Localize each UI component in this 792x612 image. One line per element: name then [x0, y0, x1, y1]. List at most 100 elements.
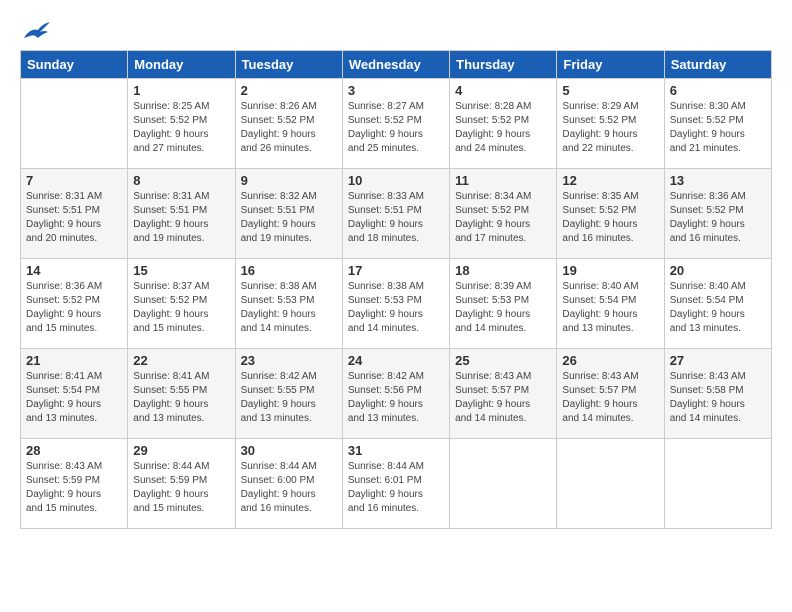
day-info: Sunrise: 8:33 AM Sunset: 5:51 PM Dayligh…	[348, 190, 444, 246]
day-number: 28	[26, 443, 122, 458]
weekday-header-wednesday: Wednesday	[342, 51, 449, 79]
day-number: 7	[26, 173, 122, 188]
weekday-header-thursday: Thursday	[450, 51, 557, 79]
day-info: Sunrise: 8:37 AM Sunset: 5:52 PM Dayligh…	[133, 280, 229, 336]
calendar-week-row: 14 Sunrise: 8:36 AM Sunset: 5:52 PM Dayli…	[21, 259, 772, 349]
calendar-cell: 2 Sunrise: 8:26 AM Sunset: 5:52 PM Daylig…	[235, 79, 342, 169]
day-number: 27	[670, 353, 766, 368]
day-info: Sunrise: 8:32 AM Sunset: 5:51 PM Dayligh…	[241, 190, 337, 246]
calendar-cell: 12Sunrise: 8:35 AM Sunset: 5:52 PM Dayli…	[557, 169, 664, 259]
day-number: 15	[133, 263, 229, 278]
day-number: 17	[348, 263, 444, 278]
day-info: Sunrise: 8:27 AM Sunset: 5:52 PM Dayligh…	[348, 100, 444, 156]
day-number: 19	[562, 263, 658, 278]
calendar-cell: 17Sunrise: 8:38 AM Sunset: 5:53 PM Dayli…	[342, 259, 449, 349]
day-info: Sunrise: 8:44 AM Sunset: 6:00 PM Dayligh…	[241, 460, 337, 516]
day-number: 1	[133, 83, 229, 98]
day-number: 22	[133, 353, 229, 368]
calendar-cell: 14 Sunrise: 8:36 AM Sunset: 5:52 PM Dayli…	[21, 259, 128, 349]
logo-bird-icon	[22, 20, 50, 42]
weekday-header-friday: Friday	[557, 51, 664, 79]
calendar-cell: 6 Sunrise: 8:30 AM Sunset: 5:52 PM Daylig…	[664, 79, 771, 169]
calendar-cell: 23 Sunrise: 8:42 AM Sunset: 5:55 PM Dayli…	[235, 349, 342, 439]
day-info: Sunrise: 8:25 AM Sunset: 5:52 PM Dayligh…	[133, 100, 229, 156]
day-number: 5	[562, 83, 658, 98]
day-number: 9	[241, 173, 337, 188]
calendar-cell: 7Sunrise: 8:31 AM Sunset: 5:51 PM Daylig…	[21, 169, 128, 259]
day-number: 16	[241, 263, 337, 278]
weekday-header-tuesday: Tuesday	[235, 51, 342, 79]
calendar-cell: 21 Sunrise: 8:41 AM Sunset: 5:54 PM Dayli…	[21, 349, 128, 439]
weekday-header-sunday: Sunday	[21, 51, 128, 79]
calendar-cell: 31 Sunrise: 8:44 AM Sunset: 6:01 PM Dayli…	[342, 439, 449, 529]
calendar-cell	[450, 439, 557, 529]
calendar-cell: 11 Sunrise: 8:34 AM Sunset: 5:52 PM Dayli…	[450, 169, 557, 259]
calendar-week-row: 21 Sunrise: 8:41 AM Sunset: 5:54 PM Dayli…	[21, 349, 772, 439]
day-info: Sunrise: 8:36 AM Sunset: 5:52 PM Dayligh…	[670, 190, 766, 246]
day-number: 24	[348, 353, 444, 368]
calendar-week-row: 1 Sunrise: 8:25 AM Sunset: 5:52 PM Daylig…	[21, 79, 772, 169]
weekday-header-saturday: Saturday	[664, 51, 771, 79]
calendar-week-row: 28 Sunrise: 8:43 AM Sunset: 5:59 PM Dayli…	[21, 439, 772, 529]
day-number: 3	[348, 83, 444, 98]
calendar-cell: 26Sunrise: 8:43 AM Sunset: 5:57 PM Dayli…	[557, 349, 664, 439]
day-number: 31	[348, 443, 444, 458]
calendar-cell: 9 Sunrise: 8:32 AM Sunset: 5:51 PM Daylig…	[235, 169, 342, 259]
calendar-cell: 3 Sunrise: 8:27 AM Sunset: 5:52 PM Daylig…	[342, 79, 449, 169]
calendar-cell: 8 Sunrise: 8:31 AM Sunset: 5:51 PM Daylig…	[128, 169, 235, 259]
day-number: 13	[670, 173, 766, 188]
calendar-cell: 10 Sunrise: 8:33 AM Sunset: 5:51 PM Dayli…	[342, 169, 449, 259]
day-info: Sunrise: 8:30 AM Sunset: 5:52 PM Dayligh…	[670, 100, 766, 156]
calendar-cell: 27 Sunrise: 8:43 AM Sunset: 5:58 PM Dayli…	[664, 349, 771, 439]
day-number: 26	[562, 353, 658, 368]
day-info: Sunrise: 8:36 AM Sunset: 5:52 PM Dayligh…	[26, 280, 122, 336]
calendar-cell: 19 Sunrise: 8:40 AM Sunset: 5:54 PM Dayli…	[557, 259, 664, 349]
day-info: Sunrise: 8:35 AM Sunset: 5:52 PM Dayligh…	[562, 190, 658, 246]
calendar-header-row: SundayMondayTuesdayWednesdayThursdayFrid…	[21, 51, 772, 79]
logo	[20, 20, 50, 40]
calendar-cell: 4 Sunrise: 8:28 AM Sunset: 5:52 PM Daylig…	[450, 79, 557, 169]
day-info: Sunrise: 8:26 AM Sunset: 5:52 PM Dayligh…	[241, 100, 337, 156]
calendar-cell: 28 Sunrise: 8:43 AM Sunset: 5:59 PM Dayli…	[21, 439, 128, 529]
day-number: 8	[133, 173, 229, 188]
day-number: 14	[26, 263, 122, 278]
calendar-cell: 20Sunrise: 8:40 AM Sunset: 5:54 PM Dayli…	[664, 259, 771, 349]
day-info: Sunrise: 8:39 AM Sunset: 5:53 PM Dayligh…	[455, 280, 551, 336]
calendar-cell: 24 Sunrise: 8:42 AM Sunset: 5:56 PM Dayli…	[342, 349, 449, 439]
day-info: Sunrise: 8:44 AM Sunset: 5:59 PM Dayligh…	[133, 460, 229, 516]
calendar-cell: 18 Sunrise: 8:39 AM Sunset: 5:53 PM Dayli…	[450, 259, 557, 349]
day-info: Sunrise: 8:41 AM Sunset: 5:54 PM Dayligh…	[26, 370, 122, 426]
calendar-cell: 29 Sunrise: 8:44 AM Sunset: 5:59 PM Dayli…	[128, 439, 235, 529]
calendar-table: SundayMondayTuesdayWednesdayThursdayFrid…	[20, 50, 772, 529]
calendar-cell: 22Sunrise: 8:41 AM Sunset: 5:55 PM Dayli…	[128, 349, 235, 439]
day-info: Sunrise: 8:42 AM Sunset: 5:55 PM Dayligh…	[241, 370, 337, 426]
day-info: Sunrise: 8:28 AM Sunset: 5:52 PM Dayligh…	[455, 100, 551, 156]
day-number: 2	[241, 83, 337, 98]
calendar-week-row: 7 Sunrise: 8:31 AM Sunset: 5:51 PM Daylig…	[21, 169, 772, 259]
day-info: Sunrise: 8:31 AM Sunset: 5:51 PM Dayligh…	[133, 190, 229, 246]
day-info: Sunrise: 8:34 AM Sunset: 5:52 PM Dayligh…	[455, 190, 551, 246]
calendar-cell	[557, 439, 664, 529]
calendar-cell: 1 Sunrise: 8:25 AM Sunset: 5:52 PM Daylig…	[128, 79, 235, 169]
day-info: Sunrise: 8:43 AM Sunset: 5:58 PM Dayligh…	[670, 370, 766, 426]
day-number: 6	[670, 83, 766, 98]
calendar-cell	[21, 79, 128, 169]
day-number: 18	[455, 263, 551, 278]
day-info: Sunrise: 8:44 AM Sunset: 6:01 PM Dayligh…	[348, 460, 444, 516]
page-header	[20, 20, 772, 40]
day-number: 21	[26, 353, 122, 368]
day-info: Sunrise: 8:42 AM Sunset: 5:56 PM Dayligh…	[348, 370, 444, 426]
day-number: 23	[241, 353, 337, 368]
calendar-cell: 5 Sunrise: 8:29 AM Sunset: 5:52 PM Daylig…	[557, 79, 664, 169]
day-info: Sunrise: 8:43 AM Sunset: 5:59 PM Dayligh…	[26, 460, 122, 516]
day-info: Sunrise: 8:43 AM Sunset: 5:57 PM Dayligh…	[455, 370, 551, 426]
day-number: 11	[455, 173, 551, 188]
calendar-cell	[664, 439, 771, 529]
day-number: 29	[133, 443, 229, 458]
day-number: 25	[455, 353, 551, 368]
day-number: 10	[348, 173, 444, 188]
day-number: 4	[455, 83, 551, 98]
day-info: Sunrise: 8:29 AM Sunset: 5:52 PM Dayligh…	[562, 100, 658, 156]
day-info: Sunrise: 8:40 AM Sunset: 5:54 PM Dayligh…	[562, 280, 658, 336]
day-info: Sunrise: 8:40 AM Sunset: 5:54 PM Dayligh…	[670, 280, 766, 336]
